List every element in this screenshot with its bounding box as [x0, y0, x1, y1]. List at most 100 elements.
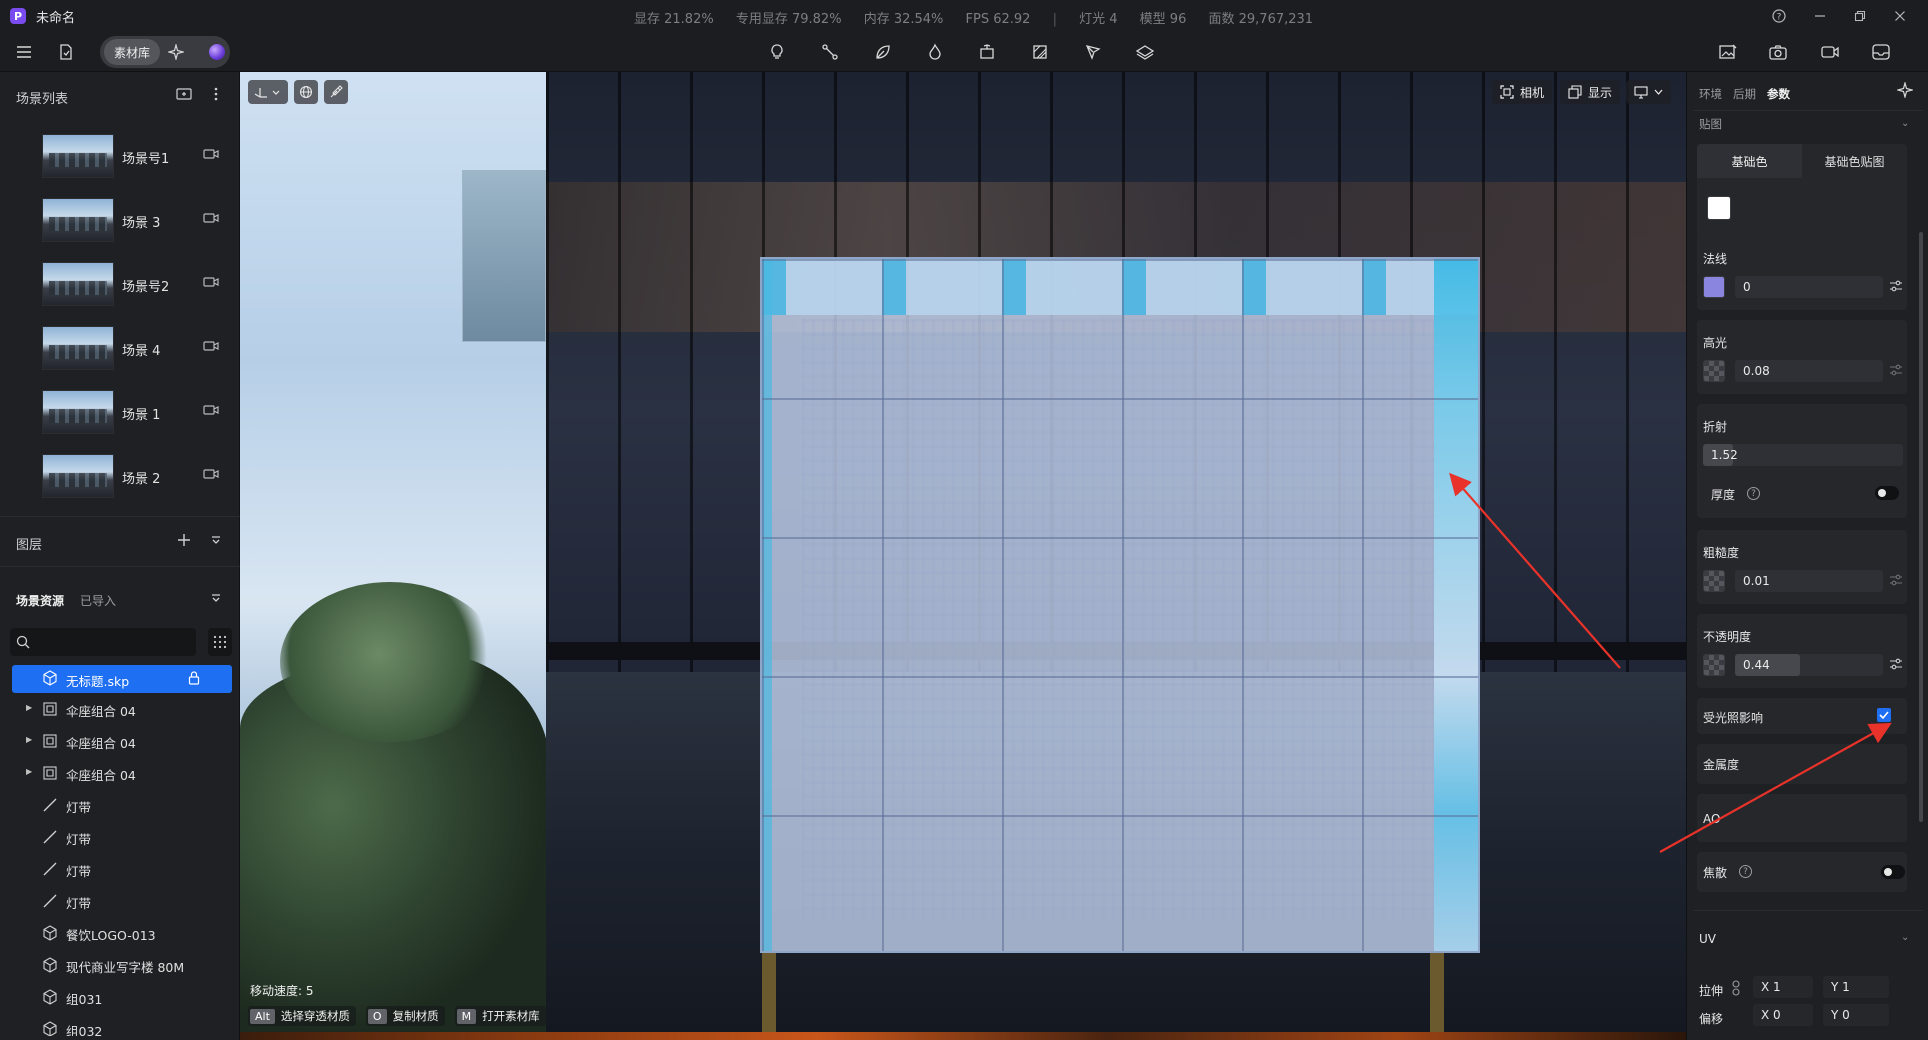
- specular-map-swatch[interactable]: [1703, 360, 1725, 382]
- sliders-icon[interactable]: [1889, 363, 1905, 379]
- caustics-toggle[interactable]: [1881, 865, 1905, 879]
- pen-icon[interactable]: [1081, 40, 1105, 64]
- thickness-toggle[interactable]: [1875, 486, 1899, 500]
- tree-item[interactable]: 灯带: [0, 888, 240, 914]
- help-icon[interactable]: ?: [1769, 6, 1789, 26]
- roughness-map-swatch[interactable]: [1703, 570, 1725, 592]
- video-icon[interactable]: [1818, 40, 1842, 64]
- texture-tab-base-color[interactable]: 基础色: [1697, 144, 1802, 178]
- expand-caret-icon[interactable]: ▶: [26, 735, 32, 744]
- scene-item[interactable]: 场景号1: [0, 128, 240, 192]
- tree-item[interactable]: 组032: [0, 1016, 240, 1036]
- material-library-button[interactable]: 素材库: [104, 39, 160, 65]
- selected-glass-box[interactable]: [760, 257, 1480, 953]
- image-edit-icon[interactable]: [1716, 40, 1740, 64]
- right-panel-scrollbar[interactable]: [1919, 232, 1923, 822]
- texture-tab-base-color-map[interactable]: 基础色贴图: [1802, 144, 1907, 178]
- roughness-value-field[interactable]: 0.01: [1735, 570, 1883, 592]
- refraction-value-field[interactable]: 1.52: [1703, 444, 1903, 466]
- camera-icon[interactable]: [203, 404, 219, 418]
- tree-item-selected[interactable]: 无标题.skp: [12, 665, 232, 693]
- opacity-value-field[interactable]: 0.44: [1735, 654, 1883, 676]
- sliders-icon[interactable]: [1889, 573, 1905, 589]
- fire-icon[interactable]: [923, 40, 947, 64]
- 3d-viewport[interactable]: 相机 显示 移动速度: 5 Alt 选择穿透材质 O 复制材质 M 打开素材库: [240, 72, 1686, 1036]
- tab-post[interactable]: 后期: [1733, 86, 1756, 102]
- normal-color-swatch[interactable]: [1703, 276, 1725, 298]
- camera-icon[interactable]: [203, 468, 219, 482]
- normal-value-field[interactable]: 0: [1735, 276, 1883, 298]
- add-layer-icon[interactable]: [174, 530, 194, 550]
- camera-icon[interactable]: [203, 340, 219, 354]
- sparkle-icon[interactable]: [164, 40, 188, 64]
- pattern-icon[interactable]: [1028, 40, 1052, 64]
- tree-item[interactable]: ▶ 伞座组合 04: [0, 760, 240, 786]
- layers-icon[interactable]: [1133, 40, 1157, 64]
- stretch-x-field[interactable]: X 1: [1753, 976, 1813, 998]
- lock-icon[interactable]: [188, 670, 202, 686]
- help-icon[interactable]: ?: [1747, 487, 1760, 500]
- bulb-icon[interactable]: [765, 40, 789, 64]
- opacity-map-swatch[interactable]: [1703, 654, 1725, 676]
- file-sync-icon[interactable]: [54, 40, 78, 64]
- tree-item[interactable]: ▶ 伞座组合 04: [0, 696, 240, 722]
- tree-item[interactable]: 组031: [0, 984, 240, 1010]
- chevron-down-icon[interactable]: ⌄: [1901, 118, 1909, 129]
- grid-view-button[interactable]: [208, 628, 232, 656]
- assets-tab-scene[interactable]: 场景资源: [16, 592, 64, 609]
- collapse-icon[interactable]: [206, 588, 226, 608]
- sliders-icon[interactable]: [1889, 279, 1905, 295]
- more-icon[interactable]: [206, 84, 226, 104]
- restore-icon[interactable]: [1850, 6, 1870, 26]
- minimize-icon[interactable]: [1810, 6, 1830, 26]
- display-menu-button[interactable]: 显示: [1560, 80, 1621, 104]
- scene-item[interactable]: 场景 1: [0, 384, 240, 448]
- add-scene-icon[interactable]: [174, 84, 194, 104]
- search-input[interactable]: [10, 628, 196, 656]
- help-icon[interactable]: ?: [1739, 865, 1752, 878]
- lighting-affect-checkbox[interactable]: [1877, 708, 1891, 722]
- sparkle-icon[interactable]: [1895, 80, 1915, 100]
- tree-item[interactable]: ▶ 伞座组合 04: [0, 728, 240, 754]
- view-mode-dropdown[interactable]: [1626, 80, 1671, 104]
- tree-item[interactable]: 现代商业写字楼 80M: [0, 952, 240, 978]
- chevron-down-icon[interactable]: ⌄: [1901, 932, 1909, 943]
- inbox-icon[interactable]: [1869, 40, 1893, 64]
- stage-icon[interactable]: [975, 40, 999, 64]
- scene-item[interactable]: 场景 4: [0, 320, 240, 384]
- transform-tool-dropdown[interactable]: [248, 80, 288, 104]
- menu-icon[interactable]: [12, 40, 36, 64]
- globe-button[interactable]: [294, 80, 318, 104]
- camera-icon[interactable]: [203, 276, 219, 290]
- tree-item[interactable]: 灯带: [0, 824, 240, 850]
- tree-item-label: 组032: [66, 1024, 103, 1036]
- camera-icon[interactable]: [1766, 40, 1790, 64]
- tree-item[interactable]: 灯带: [0, 792, 240, 818]
- camera-icon[interactable]: [203, 148, 219, 162]
- scene-item[interactable]: 场景号2: [0, 256, 240, 320]
- close-icon[interactable]: [1890, 6, 1910, 26]
- camera-menu-button[interactable]: 相机: [1492, 80, 1553, 104]
- offset-x-field[interactable]: X 0: [1753, 1004, 1813, 1026]
- tree-item[interactable]: 灯带: [0, 856, 240, 882]
- expand-caret-icon[interactable]: ▶: [26, 703, 32, 712]
- ai-assistant-orb[interactable]: [209, 44, 225, 60]
- camera-icon[interactable]: [203, 212, 219, 226]
- collapse-icon[interactable]: [206, 530, 226, 550]
- leaf-icon[interactable]: [871, 40, 895, 64]
- assets-tab-imported[interactable]: 已导入: [80, 592, 116, 609]
- tab-environment[interactable]: 环境: [1699, 86, 1722, 102]
- link-icon[interactable]: [1731, 980, 1741, 996]
- tree-item[interactable]: 餐饮LOGO-013: [0, 920, 240, 946]
- path-icon[interactable]: [818, 40, 842, 64]
- scene-item[interactable]: 场景 3: [0, 192, 240, 256]
- tab-params[interactable]: 参数: [1767, 86, 1790, 102]
- eyedropper-button[interactable]: [324, 80, 348, 104]
- expand-caret-icon[interactable]: ▶: [26, 767, 32, 776]
- base-color-swatch[interactable]: [1707, 196, 1731, 220]
- stretch-y-field[interactable]: Y 1: [1823, 976, 1889, 998]
- offset-y-field[interactable]: Y 0: [1823, 1004, 1889, 1026]
- sliders-icon[interactable]: [1889, 657, 1905, 673]
- scene-item[interactable]: 场景 2: [0, 448, 240, 512]
- specular-value-field[interactable]: 0.08: [1735, 360, 1883, 382]
